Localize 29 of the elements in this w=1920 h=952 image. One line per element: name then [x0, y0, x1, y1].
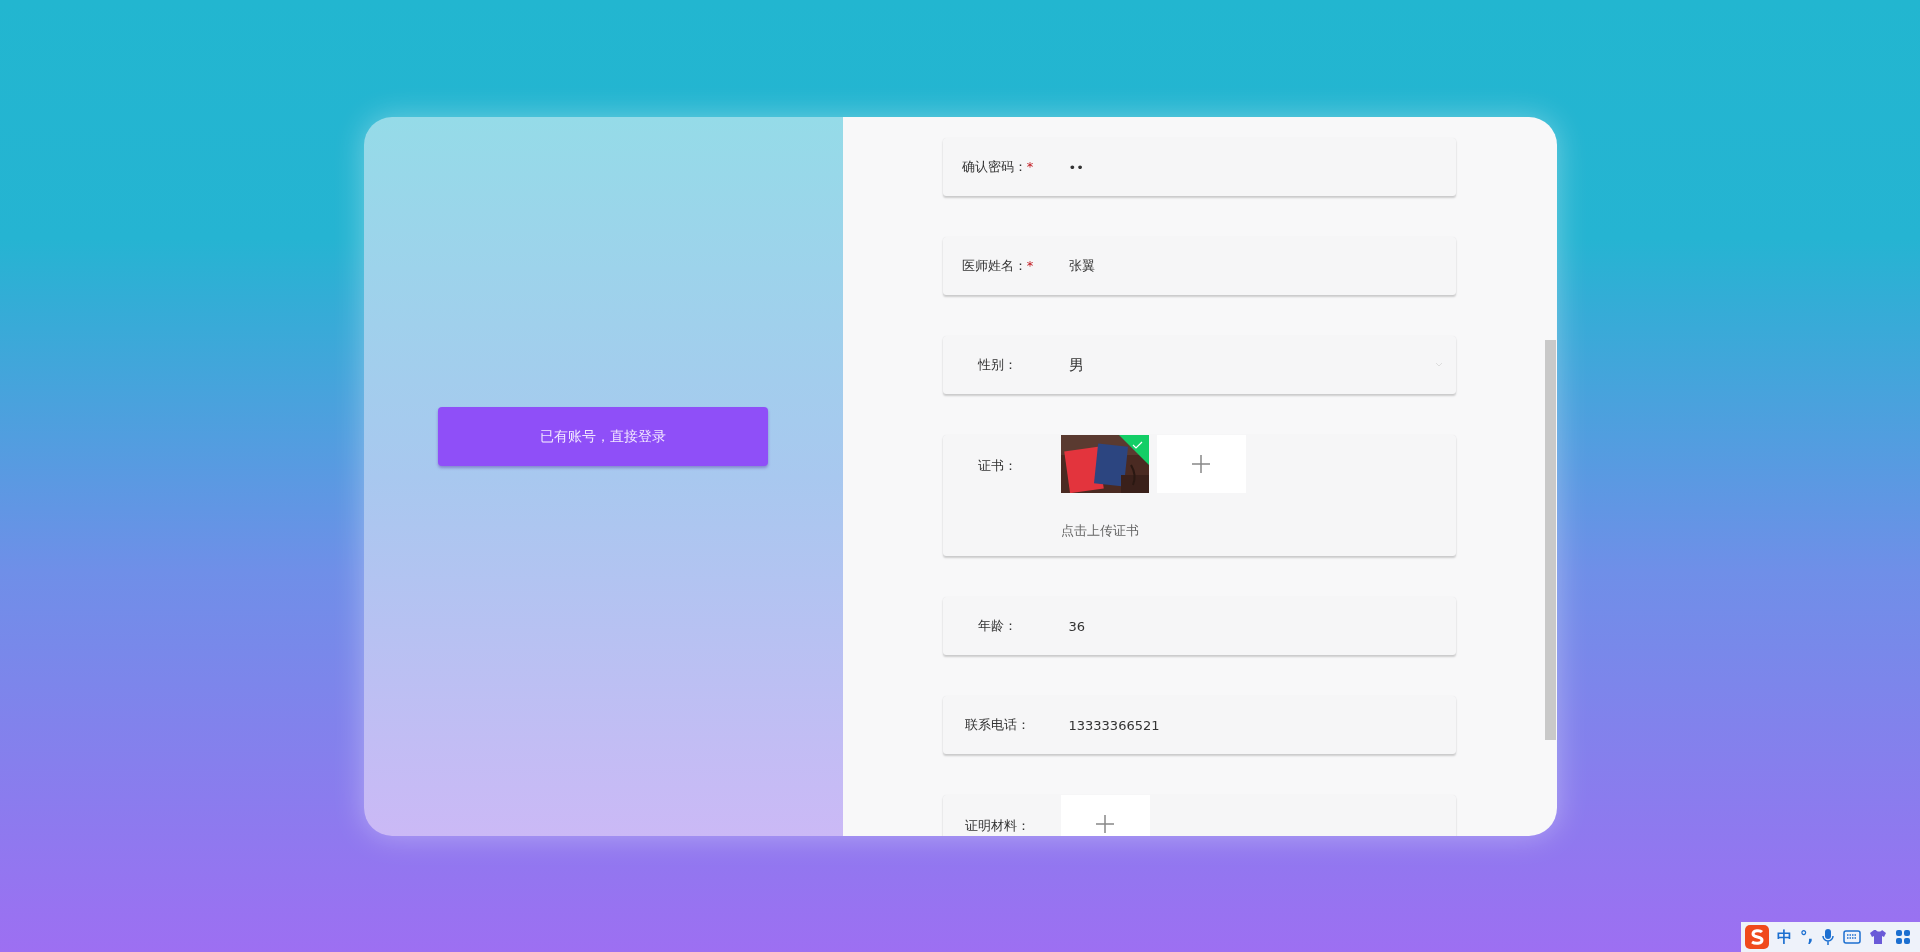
- text-field[interactable]: 医师姓名：* 张翼: [942, 237, 1456, 295]
- text-field[interactable]: 年龄： 36: [942, 597, 1456, 655]
- punctuation-mode[interactable]: °,: [1800, 928, 1814, 946]
- shirt-icon[interactable]: [1869, 929, 1888, 945]
- select-field[interactable]: 性别： 男: [942, 336, 1456, 394]
- input-mode[interactable]: 中: [1777, 927, 1792, 947]
- field-value: 张翼: [1068, 257, 1096, 275]
- ime-logo-icon[interactable]: [1745, 925, 1769, 949]
- upload-hint: 点击上传证书: [1060, 523, 1140, 539]
- field-label: 证书：: [977, 457, 1018, 475]
- field-label: 证明材料：: [964, 817, 1031, 835]
- field-value: 13333366521: [1068, 717, 1161, 733]
- microphone-icon[interactable]: [1821, 928, 1836, 946]
- field-value: ••: [1068, 159, 1085, 175]
- text-field[interactable]: 确认密码：* ••: [942, 138, 1456, 196]
- field-label: 联系电话：: [964, 716, 1031, 734]
- login-button[interactable]: 已有账号，直接登录: [438, 407, 768, 466]
- field-label: 医师姓名：*: [960, 257, 1035, 275]
- field-label: 确认密码：*: [960, 158, 1035, 176]
- text-field[interactable]: 联系电话： 13333366521: [942, 696, 1456, 754]
- field-label: 年龄：: [977, 617, 1018, 635]
- keyboard-icon[interactable]: [1843, 930, 1862, 944]
- scrollbar-thumb[interactable]: [1544, 340, 1556, 740]
- plus-icon: [1191, 454, 1211, 474]
- field-value: 36: [1068, 618, 1087, 634]
- grid-icon[interactable]: [1895, 929, 1912, 945]
- field-value: 男: [1068, 355, 1085, 375]
- field-label: 性别：: [977, 356, 1018, 374]
- plus-icon: [1095, 814, 1115, 834]
